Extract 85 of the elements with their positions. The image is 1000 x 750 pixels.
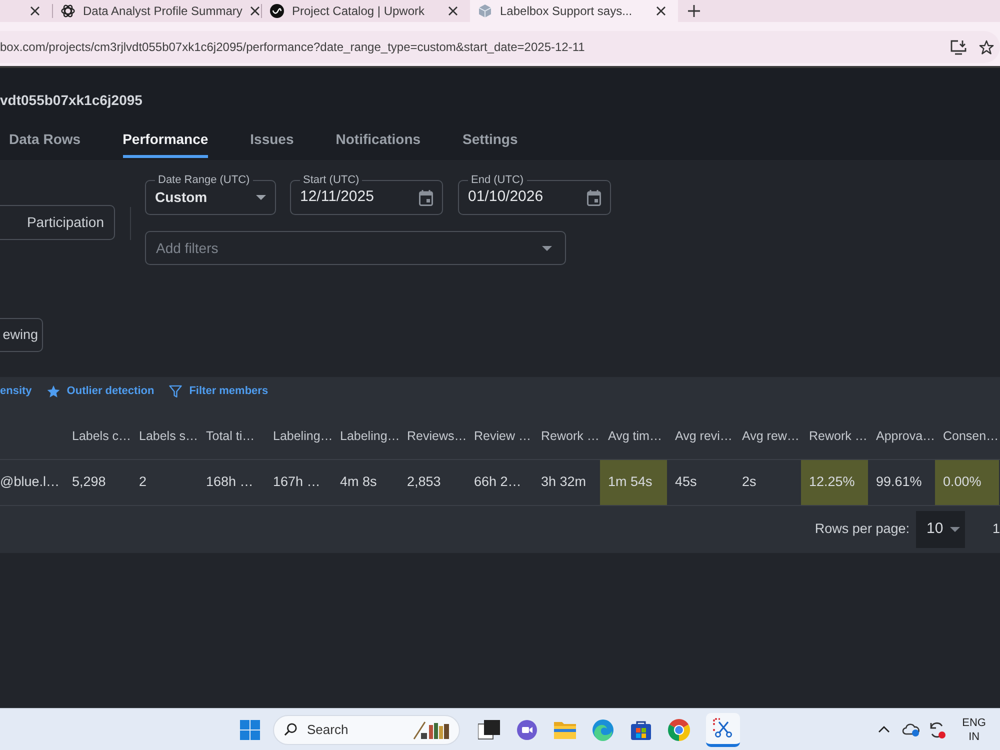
folder-icon[interactable] [554, 720, 576, 740]
close-icon[interactable] [30, 6, 40, 16]
overlapping-squares-icon[interactable] [478, 720, 500, 740]
address-bar[interactable]: box.com/projects/cm3rjlvdt055b07xk1c6j2095/performance?date_range_type=custom&start_date=2025-12-11 [0, 31, 1000, 63]
table-cell-text: 2s [741, 473, 758, 492]
rows-per-page-label: Rows per page: [814, 520, 910, 538]
project-title: vdt055b07xk1c6j2095 [0, 91, 142, 110]
start-date-field[interactable]: Start (UTC) 12/11/2025 [290, 174, 443, 215]
column-header[interactable]: Approva… [876, 426, 936, 446]
field-label: End (UTC) [470, 174, 525, 186]
cube-icon [478, 4, 492, 18]
toolbar-button[interactable]: Outlier detection [46, 382, 154, 400]
toolbar-button[interactable]: ensity [0, 382, 32, 400]
rows-per-page-select[interactable]: 10 [916, 511, 966, 548]
round-logo-icon [270, 4, 284, 18]
table-cell: 1m 54s [600, 460, 667, 505]
scissors-icon [713, 718, 733, 738]
end-date-field[interactable]: End (UTC) 01/10/2026 [458, 174, 611, 215]
column-header[interactable]: Labeling… [340, 426, 400, 446]
refresh-icon[interactable] [928, 720, 946, 738]
date-range-select[interactable]: Date Range (UTC) Custom [145, 174, 276, 215]
taskbar-button[interactable] [706, 712, 740, 746]
table-cell-text: 5,298 [71, 473, 107, 492]
browser-tab[interactable]: Labelbox Support says... [470, 0, 678, 22]
table-cell-text: 167h … [272, 473, 322, 492]
view-button[interactable]: ewing [0, 318, 43, 352]
field-label: Date Range (UTC) [157, 174, 251, 186]
column-header[interactable]: Labels c… [72, 426, 132, 446]
monitor-arrow-icon[interactable] [950, 40, 967, 54]
four-tiles-icon[interactable] [240, 720, 260, 740]
table-cell: 0.00% [935, 460, 999, 505]
close-icon[interactable] [250, 6, 260, 16]
toolbar-button[interactable]: Filter members [169, 382, 268, 400]
cloud-icon[interactable] [902, 722, 920, 736]
calendar-icon[interactable] [419, 190, 433, 206]
video-chat-icon[interactable] [516, 718, 538, 740]
column-header[interactable]: Reviews… [407, 426, 467, 446]
bag-icon[interactable] [630, 718, 652, 740]
column-header[interactable]: Review … [474, 426, 531, 446]
region-label[interactable]: IN [968, 730, 980, 744]
column-header[interactable]: Total ti… [206, 426, 255, 446]
table-cell-text: 2,853 [406, 473, 442, 492]
language-label[interactable]: ENG [962, 716, 986, 730]
close-icon[interactable] [448, 6, 458, 16]
star-icon [46, 384, 60, 398]
table-cell-text: 3h 32m [540, 473, 588, 492]
ring-circle-icon[interactable] [668, 718, 690, 740]
knot-logo-icon [61, 4, 75, 18]
books-icon [413, 720, 451, 740]
add-filters-field[interactable]: Add filters [145, 231, 566, 265]
table-cell-text: 4m 8s [339, 473, 378, 492]
view-button[interactable]: Participation [0, 205, 115, 240]
column-header[interactable]: Avg rew… [742, 426, 800, 446]
new-tab-icon[interactable] [688, 5, 700, 17]
swirl-circle-icon[interactable] [592, 718, 614, 740]
close-icon[interactable] [656, 6, 666, 16]
column-header[interactable]: Consen… [943, 426, 999, 446]
nav-tab[interactable]: Issues [250, 120, 294, 158]
table-cell-text: 168h … [205, 473, 254, 492]
nav-tab[interactable]: Notifications [336, 120, 421, 158]
filter-icon [169, 384, 182, 398]
column-header[interactable]: Rework … [809, 426, 868, 446]
caret-down-icon [542, 246, 552, 250]
caret-down-icon [256, 195, 266, 200]
table-cell-text: 2 [138, 473, 148, 492]
field-label: Start (UTC) [302, 174, 360, 186]
star-icon[interactable] [979, 40, 994, 54]
table-cell-text: 66h 2… [473, 473, 522, 492]
page-range: 1 [992, 520, 1000, 538]
table-cell-text: 45s [674, 473, 698, 492]
table-cell-text: 99.61% [875, 473, 923, 492]
nav-tab[interactable]: Settings [462, 120, 518, 158]
column-header[interactable]: Avg revi… [675, 426, 732, 446]
taskbar-search-box[interactable]: Search [273, 714, 460, 744]
calendar-icon[interactable] [587, 190, 601, 206]
column-header[interactable]: Rework … [541, 426, 600, 446]
nav-tab[interactable]: Data Rows [9, 120, 81, 158]
chevron-up-icon[interactable] [878, 726, 890, 733]
column-header[interactable]: Labels s… [139, 426, 198, 446]
table-cell-text: @blue.l… [0, 473, 60, 492]
column-header[interactable]: Labeling… [273, 426, 333, 446]
column-header[interactable]: Avg tim… [608, 426, 662, 446]
caret-down-icon [950, 527, 960, 532]
search-icon [284, 723, 297, 736]
table-cell: 12.25% [801, 460, 868, 505]
